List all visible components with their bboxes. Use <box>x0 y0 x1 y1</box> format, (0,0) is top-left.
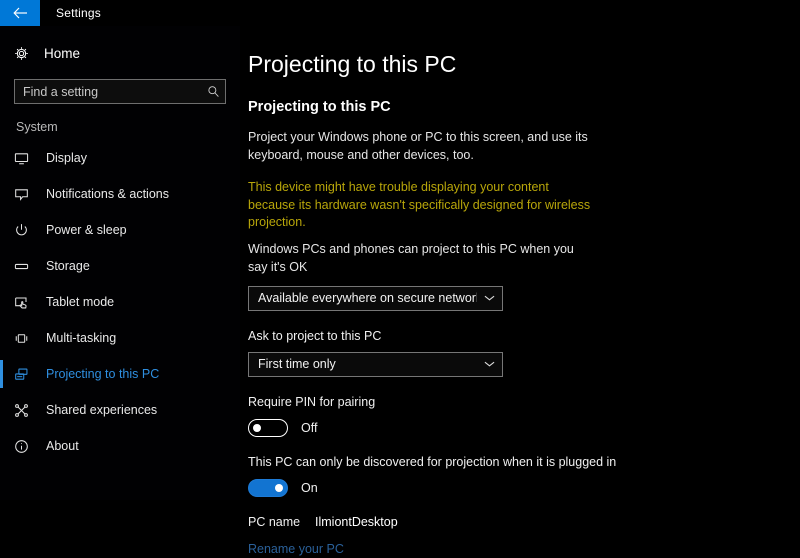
ask-to-project-dropdown[interactable]: First time only <box>248 351 503 377</box>
plugged-in-label: This PC can only be discovered for proje… <box>248 454 617 469</box>
settings-window: Settings Home Find a setting System Disp… <box>0 0 800 556</box>
sidebar-item-label: Tablet mode <box>46 295 115 309</box>
drive-icon <box>14 259 38 274</box>
speech-bubble-icon <box>14 187 38 202</box>
sidebar-item-label: Shared experiences <box>46 403 158 417</box>
rename-pc-link[interactable]: Rename your PC <box>248 542 344 556</box>
sidebar-home-label: Home <box>44 45 81 61</box>
sidebar-item-shared-experiences[interactable]: Shared experiences <box>0 392 240 428</box>
toggle-knob <box>275 483 283 492</box>
chevron-down-icon <box>477 294 502 302</box>
sidebar-item-label: About <box>46 439 79 453</box>
sidebar-item-label: Storage <box>46 259 90 273</box>
sidebar-item-about[interactable]: About <box>0 428 240 464</box>
plugged-in-toggle[interactable] <box>248 478 288 497</box>
sidebar-item-home[interactable]: Home <box>0 38 240 68</box>
hardware-warning-text: This device might have trouble displayin… <box>248 179 591 230</box>
availability-label: Windows PCs and phones can project to th… <box>248 242 574 274</box>
sidebar-item-multitasking[interactable]: Multi-tasking <box>0 320 240 356</box>
sidebar-item-label: Multi-tasking <box>46 331 117 345</box>
plugged-in-toggle-row: On <box>248 478 800 497</box>
monitor-icon <box>14 151 38 166</box>
info-icon <box>14 439 38 454</box>
chevron-down-icon <box>476 360 502 368</box>
main-content: Projecting to this PC Projecting to this… <box>240 26 800 556</box>
search-box[interactable] <box>14 79 226 104</box>
sidebar-item-projecting-to-this-pc[interactable]: Projecting to this PC <box>0 356 240 392</box>
sidebar-item-label: Projecting to this PC <box>46 367 160 381</box>
sidebar-item-label: Power & sleep <box>46 223 127 237</box>
multitask-icon <box>14 331 38 346</box>
sidebar-item-label: Display <box>46 151 87 165</box>
back-arrow-icon <box>12 7 28 19</box>
sidebar-item-label: Notifications & actions <box>46 187 169 201</box>
pc-name-label: PC name <box>248 514 301 529</box>
sidebar-item-storage[interactable]: Storage <box>0 248 240 284</box>
power-icon <box>14 223 38 238</box>
description-text: Project your Windows phone or PC to this… <box>248 130 588 163</box>
gear-icon <box>14 46 36 61</box>
sidebar-item-power-sleep[interactable]: Power & sleep <box>0 212 240 248</box>
sidebar-item-tablet-mode[interactable]: Tablet mode <box>0 284 240 320</box>
ask-to-project-label: Ask to project to this PC <box>248 328 382 343</box>
require-pin-toggle-row: Off <box>248 418 800 437</box>
sidebar: Home System Di <box>0 26 240 500</box>
projector-icon <box>14 367 38 382</box>
body-split: Home System Di <box>0 26 800 556</box>
page-title: Projecting to this PC <box>248 51 457 77</box>
search-icon[interactable] <box>201 85 225 98</box>
pc-name-value: IlmiontDesktop <box>315 514 398 529</box>
require-pin-state: Off <box>301 420 318 435</box>
availability-dropdown-value: Available everywhere on secure networks <box>258 291 478 306</box>
window-title: Settings <box>56 6 101 20</box>
section-title: Projecting to this PC <box>248 99 391 116</box>
back-button[interactable] <box>0 0 40 26</box>
share-nodes-icon <box>14 403 38 418</box>
titlebar: Settings <box>0 0 800 26</box>
toggle-knob <box>253 423 261 432</box>
sidebar-item-display[interactable]: Display <box>0 140 240 176</box>
tablet-hand-icon <box>14 295 38 310</box>
search-input[interactable] <box>15 80 201 103</box>
sidebar-group-title: System <box>16 120 58 134</box>
sidebar-item-notifications[interactable]: Notifications & actions <box>0 176 240 212</box>
require-pin-toggle[interactable] <box>248 418 288 437</box>
ask-to-project-dropdown-value: First time only <box>258 357 336 372</box>
plugged-in-state: On <box>301 480 318 495</box>
require-pin-label: Require PIN for pairing <box>248 394 376 409</box>
pc-name-row: PC name IlmiontDesktop <box>248 515 800 529</box>
availability-dropdown[interactable]: Available everywhere on secure networks <box>248 285 503 311</box>
